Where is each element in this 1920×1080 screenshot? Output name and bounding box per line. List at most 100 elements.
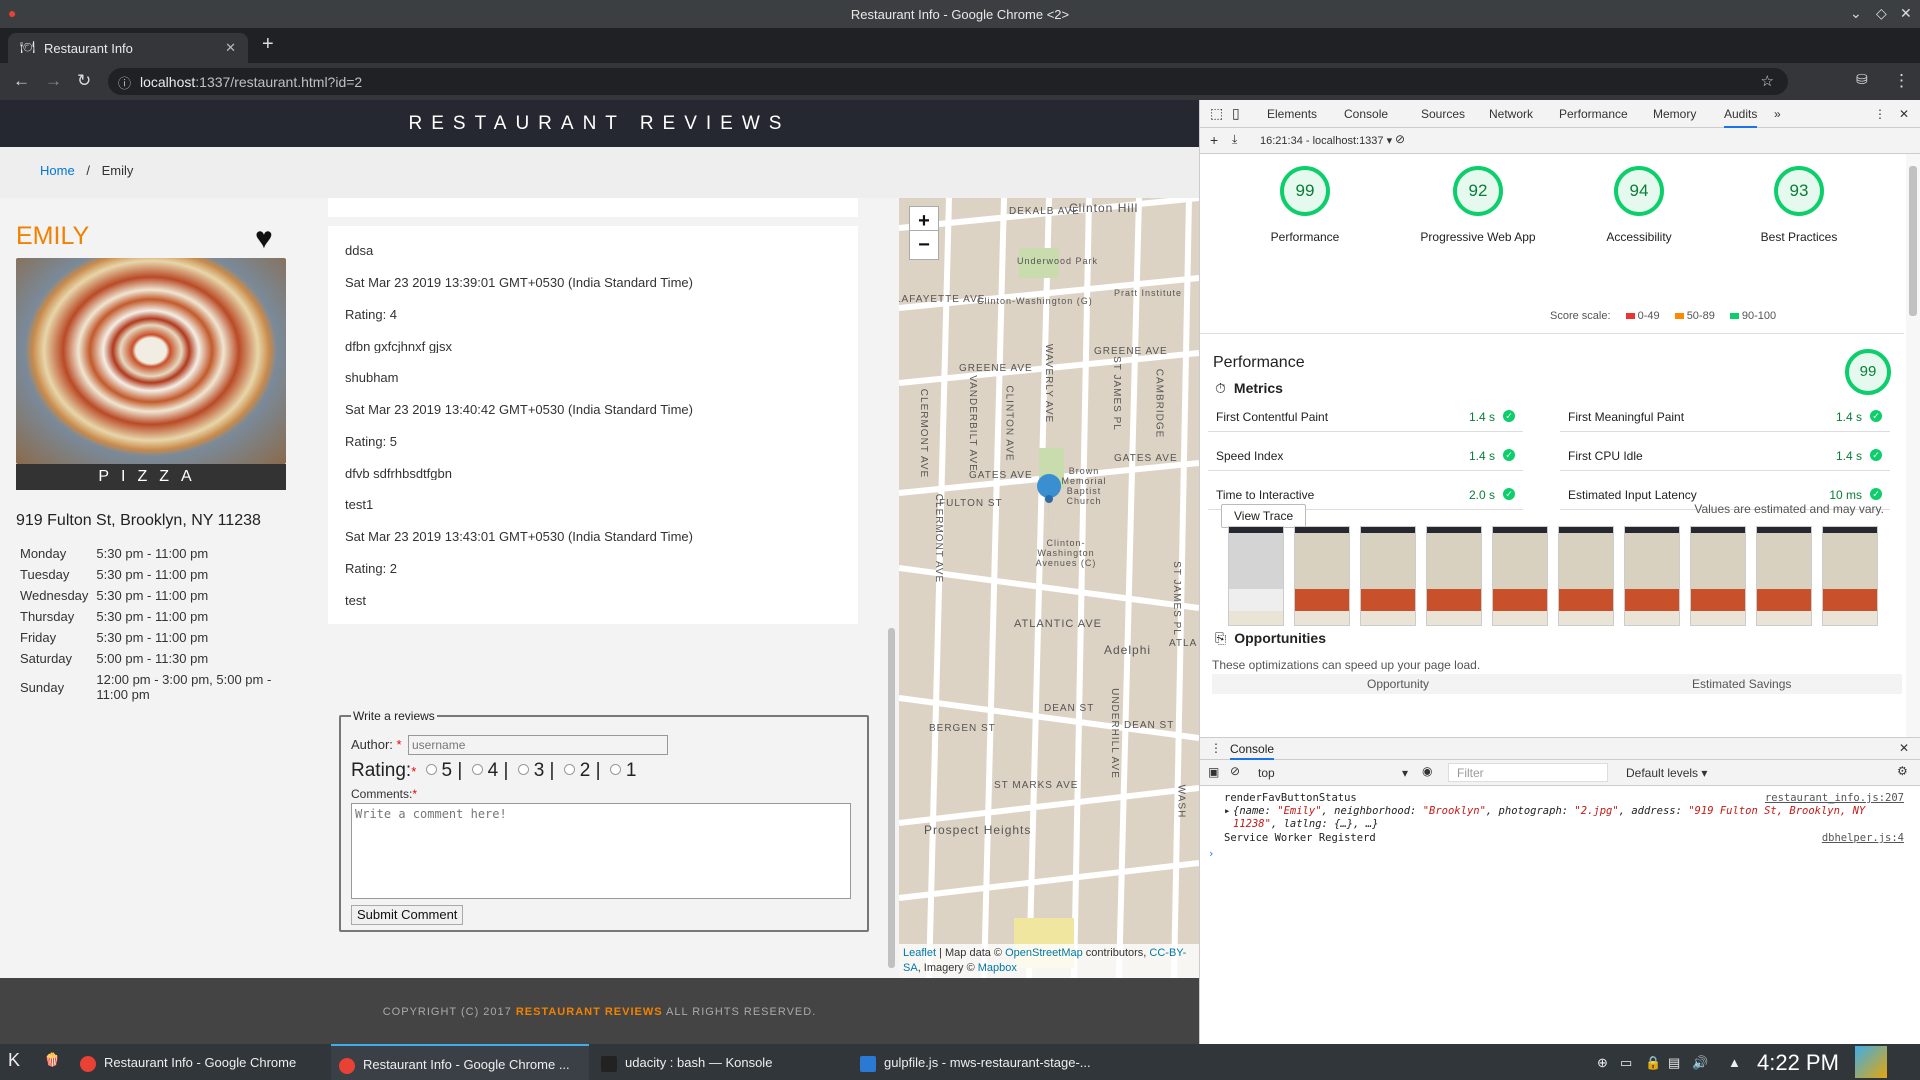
menu-icon[interactable]: ⋮ — [1893, 71, 1910, 91]
bookmark-star-icon[interactable]: ☆ — [1761, 72, 1774, 90]
devtools-menu-icon[interactable]: ⋮ — [1874, 107, 1886, 121]
browser-tab[interactable]: 🍽 Restaurant Info ✕ — [8, 33, 248, 63]
drawer-menu-icon[interactable]: ⋮ — [1210, 741, 1222, 755]
sidebar-toggle-icon[interactable]: ▣ — [1208, 765, 1219, 779]
device-toolbar-icon[interactable]: ▯ — [1232, 105, 1240, 122]
rating-radio-4[interactable] — [471, 764, 483, 776]
leaflet-link[interactable]: Leaflet — [903, 947, 936, 959]
incognito-icon[interactable]: ⛁ — [1856, 71, 1868, 88]
clear-console-icon[interactable]: ⊘ — [1230, 764, 1240, 778]
map[interactable]: DEKALB AVE Clinton Hill Underwood Park P… — [899, 198, 1199, 978]
close-devtools-icon[interactable]: ✕ — [1899, 107, 1909, 121]
volume-tray-icon[interactable]: 🔊 — [1692, 1044, 1708, 1080]
gauge-accessibility[interactable]: 94 Accessibility — [1569, 166, 1709, 244]
close-tab-icon[interactable]: ✕ — [225, 40, 236, 56]
console-settings-gear-icon[interactable]: ⚙ — [1897, 764, 1908, 778]
hours-day: Monday — [20, 546, 67, 561]
expand-arrow-icon[interactable]: ▸ — [1224, 805, 1230, 818]
scrollbar-thumb[interactable] — [888, 628, 895, 968]
console-object[interactable]: ▸ {name: "Emily", neighborhood: "Brooklyn… — [1224, 805, 1904, 831]
new-audit-icon[interactable]: + — [1210, 132, 1218, 148]
rating-radio-1[interactable] — [609, 764, 621, 776]
osm-link[interactable]: OpenStreetMap — [1005, 947, 1083, 959]
gauge-label: Progressive Web App — [1420, 230, 1536, 244]
new-tab-icon[interactable]: + — [262, 33, 274, 56]
more-tabs-icon[interactable]: » — [1774, 107, 1781, 121]
chrome-icon — [339, 1057, 355, 1074]
popcorn-icon[interactable]: 🍿 — [44, 1044, 60, 1080]
review-rating: Rating: 4 — [345, 307, 398, 322]
site-info-icon[interactable]: ⓘ — [118, 73, 131, 92]
mapbox-link[interactable]: Mapbox — [978, 962, 1017, 974]
author-input[interactable]: username — [408, 735, 668, 755]
lock-tray-icon[interactable]: 🔒 — [1645, 1044, 1661, 1080]
tab-performance[interactable]: Performance — [1559, 107, 1628, 121]
taskbar-item[interactable]: Restaurant Info - Google Chrome — [72, 1044, 327, 1080]
site-header[interactable]: RESTAURANT REVIEWS — [0, 100, 1199, 147]
forward-icon[interactable]: → — [45, 71, 62, 91]
map-label: Prospect Heights — [924, 823, 1032, 837]
tab-memory[interactable]: Memory — [1653, 107, 1696, 121]
reload-icon[interactable]: ↻ — [77, 71, 91, 91]
context-select[interactable]: top ▾ — [1258, 766, 1408, 780]
rating-radio-2[interactable] — [563, 764, 575, 776]
gauge-best-practices[interactable]: 93 Best Practices — [1729, 166, 1869, 244]
minimize-icon[interactable]: ⌄ — [1850, 5, 1862, 22]
tray-expand-icon[interactable]: ▲ — [1728, 1044, 1741, 1080]
taskbar-item-active[interactable]: Restaurant Info - Google Chrome ... — [331, 1044, 589, 1080]
comments-textarea[interactable]: Write a comment here! — [351, 803, 851, 899]
console-source-link[interactable]: restaurant_info.js:207 — [1765, 792, 1904, 805]
review-author: shubham — [345, 370, 399, 385]
back-icon[interactable]: ← — [13, 71, 30, 91]
tab-audits[interactable]: Audits — [1724, 107, 1758, 128]
download-icon[interactable]: ⤓ — [1232, 132, 1237, 147]
rating-radio-5[interactable] — [425, 764, 437, 776]
gauge-pwa[interactable]: 92 Progressive Web App — [1408, 166, 1548, 244]
hours-day: Saturday — [20, 651, 73, 666]
drawer-tab-console[interactable]: Console — [1230, 742, 1275, 760]
gauge-performance[interactable]: 99 Performance — [1235, 166, 1375, 244]
network-tray-icon[interactable]: ⊕ — [1597, 1044, 1608, 1080]
view-trace-button[interactable]: View Trace — [1221, 504, 1307, 528]
audit-select[interactable]: 16:21:34 - localhost:1337 ▾ — [1260, 134, 1392, 147]
tab-console[interactable]: Console — [1344, 107, 1388, 121]
rating-radio-3[interactable] — [517, 764, 529, 776]
taskbar-item[interactable]: gulpfile.js - mws-restaurant-stage-... — [852, 1044, 1112, 1080]
close-window-icon[interactable]: ✕ — [1900, 5, 1912, 22]
console-filter-input[interactable]: Filter — [1448, 763, 1608, 782]
reviews-list: ddsa Sat Mar 23 2019 13:39:01 GMT+0530 (… — [300, 198, 886, 978]
scale-range: 0-49 — [1637, 310, 1660, 322]
reviews-scrollbar[interactable] — [884, 198, 899, 978]
log-levels-select[interactable]: Default levels ▾ — [1626, 766, 1707, 780]
object-value: "2.jpg" — [1574, 805, 1619, 817]
clear-audits-icon[interactable]: ⊘ — [1395, 132, 1405, 146]
app-launcher-icon[interactable]: K — [8, 1044, 20, 1080]
hours-row: Saturday 5:00 pm - 11:30 pm — [16, 648, 282, 669]
taskbar-item[interactable]: udacity : bash — Konsole — [593, 1044, 848, 1080]
scrollbar-thumb[interactable] — [1909, 166, 1917, 316]
review-author: ddsa — [345, 243, 374, 258]
clock[interactable]: 4:22 PM — [1757, 1050, 1839, 1076]
submit-comment-button[interactable]: Submit Comment — [351, 905, 464, 925]
review-form: Write a reviews Author: * username Ratin… — [339, 709, 869, 932]
breadcrumb-home[interactable]: Home — [40, 163, 75, 178]
window-title: Restaurant Info - Google Chrome <2> — [850, 7, 1070, 22]
maximize-icon[interactable]: ◇ — [1876, 5, 1887, 22]
zoom-out-button[interactable]: − — [909, 230, 939, 260]
tab-sources[interactable]: Sources — [1421, 107, 1465, 121]
clipboard-tray-icon[interactable]: ▤ — [1668, 1044, 1680, 1080]
attribution-text: contributors, — [1082, 947, 1150, 959]
required-marker: * — [396, 737, 402, 752]
close-drawer-icon[interactable]: ✕ — [1899, 741, 1909, 755]
address-bar[interactable]: ⓘ localhost:1337/restaurant.html?id=2 ☆ — [108, 68, 1788, 95]
inspect-element-icon[interactable]: ⬚ — [1210, 105, 1223, 122]
display-tray-icon[interactable]: ▭ — [1620, 1044, 1632, 1080]
console-source-link[interactable]: dbhelper.js:4 — [1822, 832, 1904, 845]
tab-elements[interactable]: Elements — [1267, 107, 1317, 121]
live-expression-eye-icon[interactable]: ◉ — [1422, 764, 1432, 778]
tab-network[interactable]: Network — [1489, 107, 1533, 121]
favorite-heart-icon[interactable]: ♥ — [255, 222, 273, 256]
show-desktop-icon[interactable] — [1855, 1046, 1887, 1078]
console-prompt-icon[interactable]: › — [1208, 848, 1888, 861]
audits-scrollbar[interactable] — [1906, 154, 1920, 818]
